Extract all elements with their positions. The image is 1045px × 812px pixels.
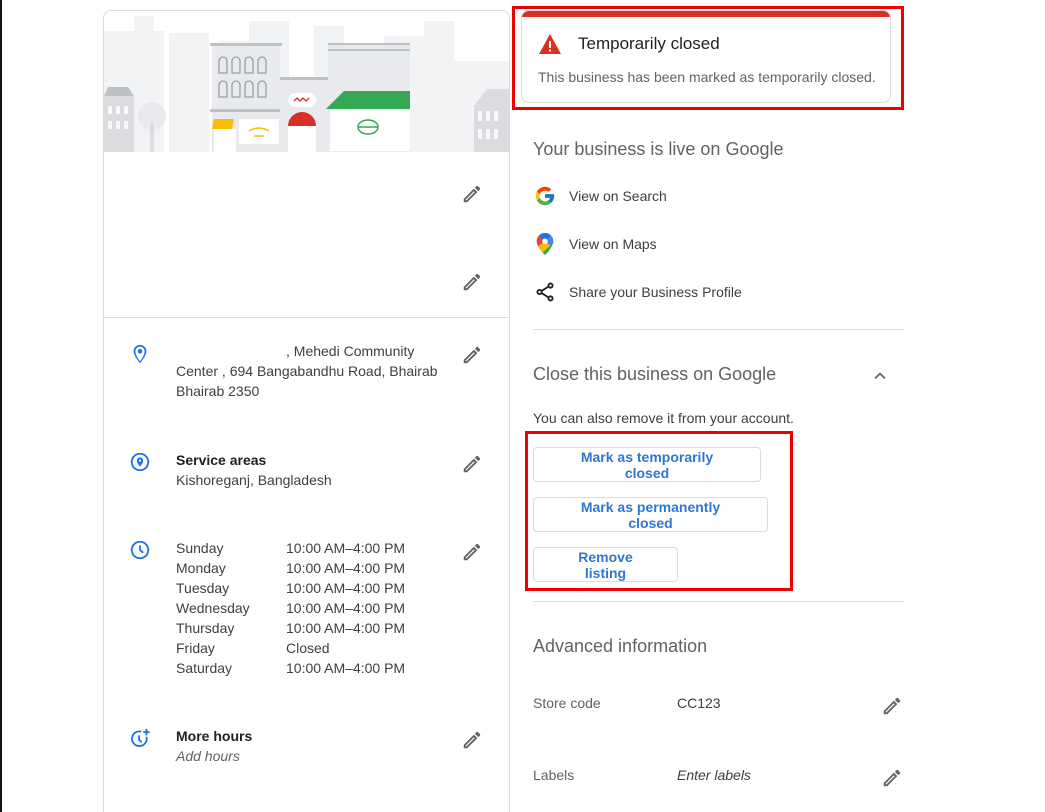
redacted-address [176,342,286,356]
hours-time: 10:00 AM–4:00 PM [286,580,406,596]
service-area-icon [130,452,150,472]
pencil-icon [463,273,481,291]
hours-table: Sunday 10:00 AM–4:00 PM Monday 10:00 AM–4:0… [176,538,405,678]
pencil-icon [463,346,481,364]
hours-entry: Wednesday 10:00 AM–4:00 PM [176,598,405,618]
store-code-label: Store code [533,695,601,711]
hours-day: Thursday [176,620,235,636]
more-hours-title: More hours [176,728,253,744]
hours-day: Tuesday [176,580,230,596]
labels-value[interactable]: Enter labels [677,767,751,783]
pencil-icon [883,697,901,715]
hours-time: 10:00 AM–4:00 PM [286,620,406,636]
mark-permanently-closed-button[interactable]: Mark as permanently closed [533,497,768,532]
google-maps-pin-icon [533,232,557,256]
address-line3: Bhairab 2350 [176,383,260,399]
hours-day: Sunday [176,540,224,556]
hours-time: Closed [286,640,330,656]
location-pin-icon [133,344,147,364]
edit-more-hours-button[interactable] [460,728,484,752]
hours-day: Wednesday [176,600,250,616]
address-line1: , Mehedi Community [286,343,415,359]
address-line2: Center , 694 Bangabandhu Road, Bhairab [176,363,438,379]
service-areas-value: Kishoreganj, Bangladesh [176,472,332,488]
add-clock-icon [131,728,150,747]
hours-day: Monday [176,560,226,576]
edit-hours-button[interactable] [460,540,484,564]
hours-entry: Monday 10:00 AM–4:00 PM [176,558,405,578]
live-section-title: Your business is live on Google [533,139,784,159]
hours-day: Friday [176,640,215,656]
pencil-icon [463,185,481,203]
edit-labels-button[interactable] [880,766,904,790]
close-section-subtitle: You can also remove it from your account… [533,410,794,426]
view-on-search-link[interactable]: View on Search [533,182,893,210]
divider [533,601,904,602]
alert-title: Temporarily closed [578,34,720,53]
pencil-icon [883,769,901,787]
alert-color-bar [522,11,890,17]
window-edge [0,0,2,812]
alert-message: This business has been marked as tempora… [538,69,876,85]
advanced-section-title: Advanced information [533,636,708,656]
business-profile-card: , Mehedi Community Center , 694 Bangaban… [103,10,510,812]
hours-time: 10:00 AM–4:00 PM [286,540,406,556]
hours-entry: Thursday 10:00 AM–4:00 PM [176,618,405,638]
close-section-title[interactable]: Close this business on Google [533,364,776,385]
hours-entry: Tuesday 10:00 AM–4:00 PM [176,578,405,598]
cover-illustration [104,11,509,152]
pencil-icon [463,731,481,749]
share-profile-link[interactable]: Share your Business Profile [533,278,893,306]
clock-icon [130,540,150,560]
hours-entry: Saturday 10:00 AM–4:00 PM [176,658,405,678]
edit-category-button[interactable] [460,270,484,294]
hours-entry: Sunday 10:00 AM–4:00 PM [176,538,405,558]
divider [533,329,904,330]
view-on-search-label: View on Search [569,188,667,204]
edit-name-button[interactable] [460,182,484,206]
add-hours-link[interactable]: Add hours [176,746,252,766]
hours-time: 10:00 AM–4:00 PM [286,600,406,616]
view-on-maps-label: View on Maps [569,236,657,252]
edit-store-code-button[interactable] [880,694,904,718]
right-panel: Temporarily closed This business has bee… [510,0,910,812]
pencil-icon [463,543,481,561]
warning-icon [539,34,561,54]
store-code-value: CC123 [677,695,721,711]
share-icon [533,280,557,304]
chevron-up-icon[interactable] [870,366,890,386]
hours-entry: Friday Closed [176,638,405,658]
remove-listing-button[interactable]: Remove listing [533,547,678,582]
edit-service-areas-button[interactable] [460,452,484,476]
hours-time: 10:00 AM–4:00 PM [286,560,406,576]
temporarily-closed-alert: Temporarily closed This business has bee… [521,10,891,103]
cover-section [104,11,509,318]
google-g-icon [533,184,557,208]
hours-time: 10:00 AM–4:00 PM [286,660,406,676]
hours-day: Saturday [176,660,233,676]
share-profile-label: Share your Business Profile [569,284,742,300]
edit-address-button[interactable] [460,343,484,367]
mark-temporarily-closed-button[interactable]: Mark as temporarily closed [533,447,761,482]
labels-label: Labels [533,767,575,783]
pencil-icon [463,455,481,473]
view-on-maps-link[interactable]: View on Maps [533,230,893,258]
service-areas-title: Service areas [176,452,267,468]
